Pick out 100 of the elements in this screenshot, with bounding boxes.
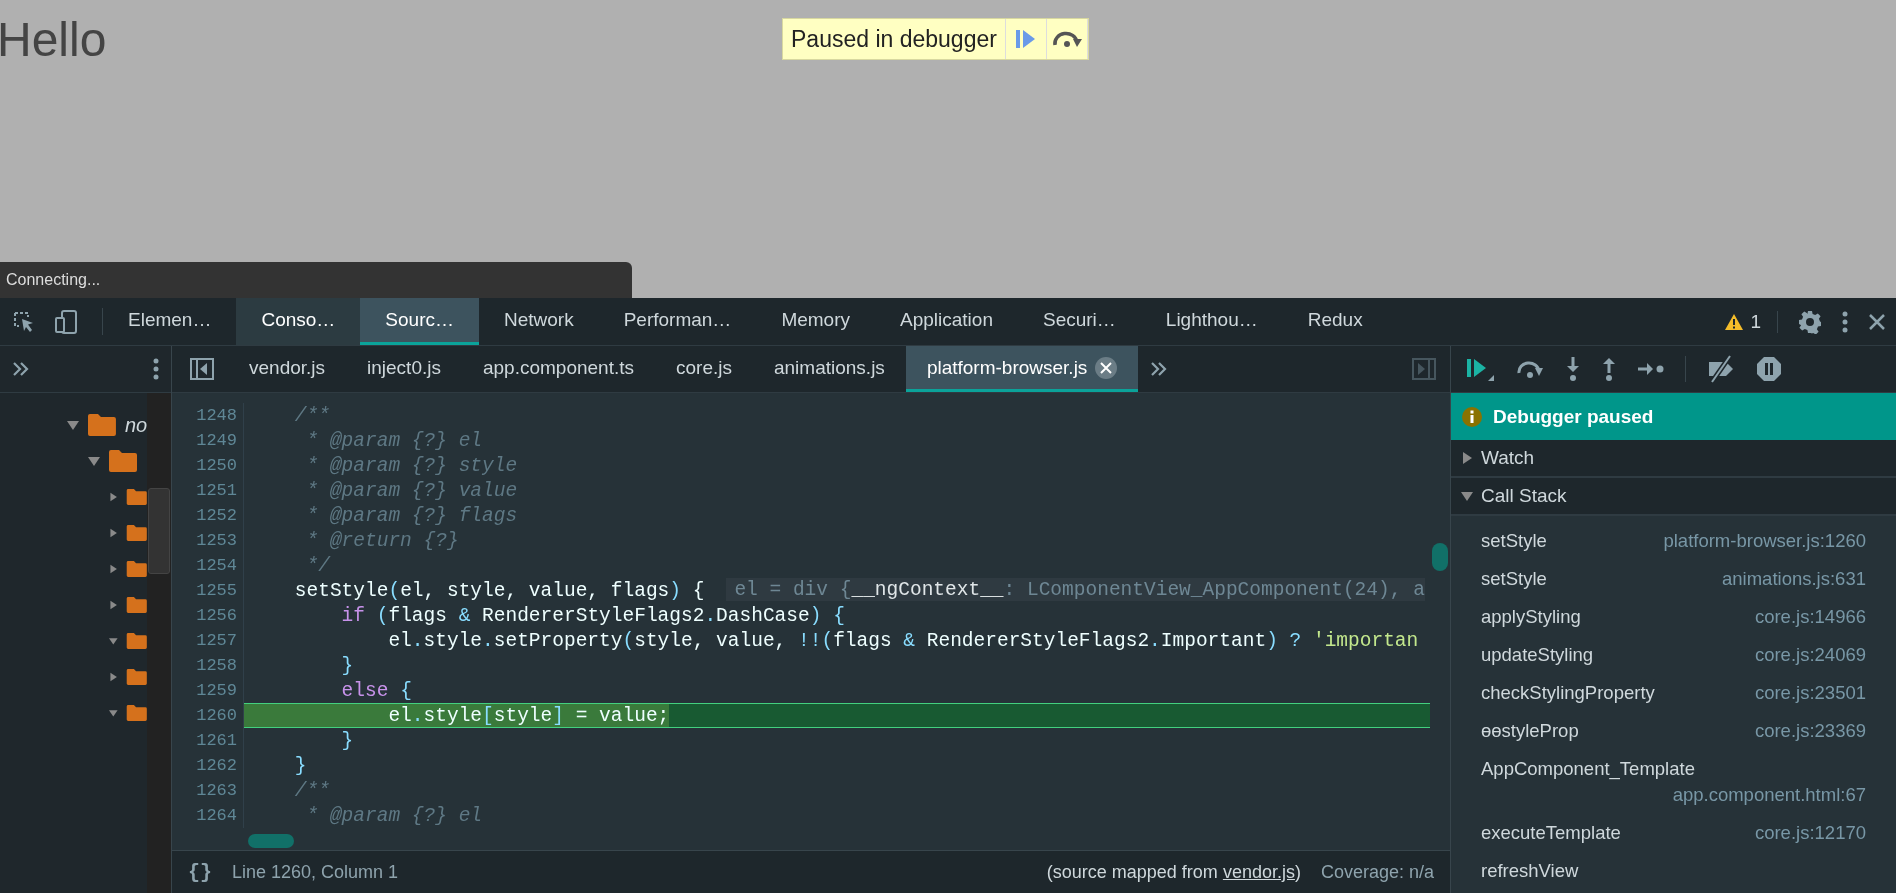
stack-frame-name[interactable]: setStyle	[1481, 566, 1547, 592]
more-options-icon[interactable]	[153, 358, 159, 380]
panel-tab[interactable]: Lighthou…	[1140, 298, 1283, 345]
inline-value-hint: el = div {__ngContext__: LComponentView_AppComponent(24), a	[726, 578, 1425, 601]
stack-frame-name[interactable]: setStyle	[1481, 528, 1547, 554]
expanded-arrow-icon[interactable]	[109, 707, 118, 719]
device-icon[interactable]	[54, 308, 80, 335]
stack-frame-location[interactable]: platform-browser.js:1260	[1663, 528, 1866, 554]
scrollbar-thumb[interactable]	[248, 834, 294, 848]
stack-frame-location[interactable]: core.js:23369	[1754, 718, 1866, 744]
line-number: 1249	[172, 428, 244, 453]
stack-frame-name[interactable]: checkStylingProperty	[1481, 680, 1655, 706]
collapsed-arrow-icon[interactable]	[109, 527, 118, 539]
collapsed-arrow-icon[interactable]	[1461, 452, 1473, 464]
line-number: 1256	[172, 603, 244, 628]
scrollbar[interactable]	[147, 393, 171, 893]
code-line: * @param {?} flags	[305, 503, 518, 528]
stack-frame-location[interactable]: core.js:12170	[1754, 820, 1866, 846]
panel-tab[interactable]: Elemen…	[103, 298, 237, 345]
folder-icon	[86, 413, 117, 437]
stack-frame-name[interactable]: AppComponent_Template	[1481, 756, 1695, 782]
cursor-position: Line 1260, Column 1	[232, 861, 399, 883]
panel-toggle-icon[interactable]	[1412, 358, 1436, 380]
double-chevron-icon[interactable]	[12, 361, 30, 377]
breakpoint-slash-icon[interactable]	[1706, 355, 1736, 383]
code-line: */	[305, 553, 330, 578]
line-number: 1253	[172, 528, 244, 553]
info-icon	[1461, 405, 1483, 428]
expanded-arrow-icon[interactable]	[88, 455, 100, 467]
close-icon[interactable]	[1868, 312, 1886, 331]
resume-icon[interactable]	[1465, 356, 1495, 382]
panel-toggle-icon[interactable]	[190, 358, 214, 380]
expanded-arrow-icon[interactable]	[67, 419, 79, 431]
collapsed-arrow-icon[interactable]	[109, 491, 118, 503]
file-tab[interactable]: app.component.ts	[461, 346, 655, 392]
file-tab[interactable]: platform-browser.js	[905, 346, 1139, 392]
collapsed-arrow-icon[interactable]	[109, 599, 118, 611]
stack-frame-name[interactable]: refreshView	[1481, 858, 1579, 884]
stack-frame-name[interactable]: executeTemplate	[1481, 820, 1621, 846]
line-number: 1262	[172, 753, 244, 778]
scrollbar-thumb[interactable]	[1432, 543, 1448, 571]
expanded-arrow-icon[interactable]	[109, 635, 118, 647]
folder-name: no	[124, 413, 148, 437]
stack-frame-location[interactable]: animations.js:631	[1722, 566, 1866, 592]
step-icon[interactable]	[1637, 361, 1665, 377]
code-line: * @param {?} value	[305, 478, 518, 503]
folder-icon	[108, 449, 138, 473]
step-over-icon[interactable]	[1515, 358, 1545, 380]
stack-frame-location[interactable]: core.js:14966	[1754, 604, 1866, 630]
debugger-paused-label: Debugger paused	[1493, 405, 1654, 428]
line-number: 1264	[172, 803, 244, 828]
step-over-icon[interactable]	[1050, 29, 1083, 49]
more-options-icon[interactable]	[1842, 310, 1848, 333]
panel-tab[interactable]: Sourc…	[360, 298, 479, 345]
code-line: * @param {?} el	[305, 803, 483, 828]
section-header[interactable]: Call Stack	[1451, 478, 1896, 516]
stack-frame-location[interactable]: app.component.html:67	[1672, 782, 1866, 808]
warning-icon	[1724, 312, 1745, 331]
line-number: 1258	[172, 653, 244, 678]
paused-message: Paused in debugger	[783, 19, 1006, 59]
step-into-icon[interactable]	[1565, 356, 1581, 382]
line-number: 1248	[172, 403, 244, 428]
line-number: 1255	[172, 578, 244, 603]
pause-octagon-icon[interactable]	[1756, 356, 1782, 382]
code-line: /**	[293, 778, 330, 803]
expanded-arrow-icon[interactable]	[1461, 490, 1473, 502]
code-line: if (flags & RendererStyleFlags2.DashCase) {	[340, 603, 845, 628]
code-line: else {	[340, 678, 412, 703]
source-link[interactable]: vendor.js	[1222, 861, 1295, 882]
settings-icon[interactable]	[1798, 309, 1822, 334]
step-out-icon[interactable]	[1601, 356, 1617, 382]
line-number: 1252	[172, 503, 244, 528]
panel-tab[interactable]: Redux	[1282, 298, 1388, 345]
page-heading: Hello	[0, 12, 107, 67]
double-chevron-icon[interactable]	[1150, 361, 1169, 377]
stack-frame-location[interactable]: core.js:24069	[1754, 642, 1866, 668]
panel-tab[interactable]: Network	[479, 298, 599, 345]
panel-tab[interactable]: Application	[875, 298, 1018, 345]
code-line: }	[293, 753, 307, 778]
stack-frame-location[interactable]: core.js:23501	[1754, 680, 1866, 706]
line-number: 1257	[172, 628, 244, 653]
code-line: /**	[293, 403, 330, 428]
code-line: el.style.setProperty(style, value, !!(flags & RendererStyleFlags2.Important) ? 'importan	[387, 628, 1419, 653]
code-line: }	[340, 728, 354, 753]
panel-tab[interactable]: Conso…	[236, 298, 361, 345]
file-tab[interactable]: animations.js	[753, 346, 906, 392]
panel-tab[interactable]: Performan…	[598, 298, 757, 345]
file-tab[interactable]: inject0.js	[346, 346, 462, 392]
collapsed-arrow-icon[interactable]	[109, 563, 118, 575]
stack-frame-name[interactable]: updateStyling	[1481, 642, 1594, 668]
pretty-print-button[interactable]: {}	[188, 860, 212, 884]
panel-tab[interactable]: Securi…	[1017, 298, 1141, 345]
collapsed-arrow-icon[interactable]	[109, 671, 118, 683]
file-tab[interactable]: vendor.js	[228, 346, 347, 392]
stack-frame-name[interactable]: ɵɵstyleProp	[1481, 718, 1579, 744]
stack-frame-name[interactable]: applyStyling	[1481, 604, 1581, 630]
section-header[interactable]: Watch	[1451, 440, 1896, 478]
panel-tab[interactable]: Memory	[756, 298, 875, 345]
file-tab[interactable]: core.js	[655, 346, 753, 392]
line-number: 1261	[172, 728, 244, 753]
